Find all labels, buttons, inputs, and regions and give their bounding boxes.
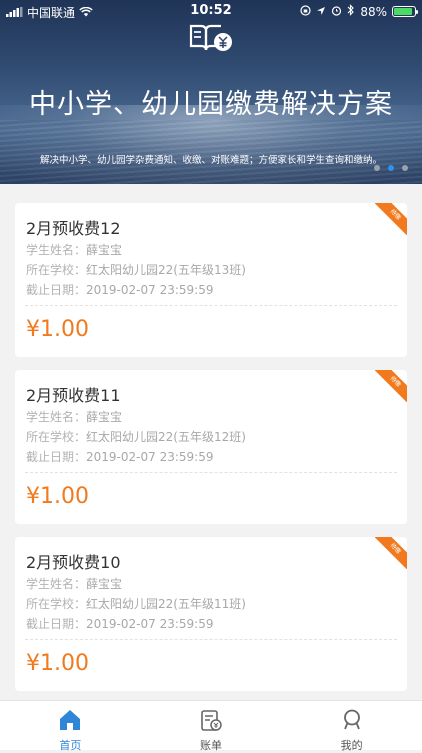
deadline-value: 2019-02-07 23:59:59 — [86, 617, 213, 631]
school-row: 所在学校：红太阳幼儿园22(五年级12班) — [26, 428, 246, 445]
tab-mine-label: 我的 — [341, 737, 363, 753]
student-row: 学生姓名：薛宝宝 — [26, 575, 122, 592]
banner[interactable]: 中国联通 10:52 88% — [0, 0, 422, 184]
carousel-indicator[interactable] — [374, 165, 408, 171]
banner-subtitle: 解决中小学、幼儿园学杂费通知、收缴、对账难题；方便家长和学生查询和缴纳。 — [0, 152, 422, 166]
deadline-row: 截止日期：2019-02-07 23:59:59 — [26, 615, 213, 632]
card-divider — [25, 639, 397, 640]
unpaid-ribbon: 待缴 — [375, 203, 407, 235]
bill-list: 待缴 2月预收费12 学生姓名：薛宝宝 所在学校：红太阳幼儿园22(五年级13班… — [15, 203, 407, 704]
bill-amount: ¥1.00 — [26, 484, 89, 509]
school-name: 红太阳幼儿园22(五年级12班) — [86, 430, 246, 444]
student-name: 薛宝宝 — [86, 577, 122, 591]
school-name: 红太阳幼儿园22(五年级11班) — [86, 597, 246, 611]
bill-card[interactable]: 待缴 2月预收费12 学生姓名：薛宝宝 所在学校：红太阳幼儿园22(五年级13班… — [15, 203, 407, 357]
bill-amount: ¥1.00 — [26, 651, 89, 676]
student-row: 学生姓名：薛宝宝 — [26, 241, 122, 258]
battery-icon — [392, 6, 416, 17]
tab-bill[interactable]: 账单 — [141, 701, 282, 750]
deadline-row: 截止日期：2019-02-07 23:59:59 — [26, 448, 213, 465]
student-name: 薛宝宝 — [86, 410, 122, 424]
carousel-dot[interactable] — [374, 165, 380, 171]
bluetooth-icon — [347, 4, 355, 19]
banner-title: 中小学、幼儿园缴费解决方案 — [0, 82, 422, 121]
deadline-value: 2019-02-07 23:59:59 — [86, 283, 213, 297]
location-icon — [316, 5, 326, 19]
bill-card[interactable]: 待缴 2月预收费10 学生姓名：薛宝宝 所在学校：红太阳幼儿园22(五年级11班… — [15, 537, 407, 691]
bill-title: 2月预收费10 — [26, 549, 121, 573]
unpaid-ribbon: 待缴 — [375, 370, 407, 402]
tab-bill-label: 账单 — [200, 737, 222, 753]
student-name: 薛宝宝 — [86, 243, 122, 257]
school-name: 红太阳幼儿园22(五年级13班) — [86, 263, 246, 277]
bill-title: 2月预收费12 — [26, 215, 121, 239]
student-row: 学生姓名：薛宝宝 — [26, 408, 122, 425]
home-icon — [58, 708, 82, 737]
alarm-icon — [331, 5, 342, 19]
book-yuan-logo-icon — [188, 22, 234, 54]
deadline-row: 截止日期：2019-02-07 23:59:59 — [26, 281, 213, 298]
status-right: 88% — [300, 4, 416, 19]
bill-card[interactable]: 待缴 2月预收费11 学生姓名：薛宝宝 所在学校：红太阳幼儿园22(五年级12班… — [15, 370, 407, 524]
lock-rotation-icon — [300, 5, 311, 19]
bill-title: 2月预收费11 — [26, 382, 121, 406]
unpaid-ribbon: 待缴 — [375, 537, 407, 569]
card-divider — [25, 472, 397, 473]
bill-icon — [199, 708, 223, 737]
tab-bar: 首页 账单 我的 — [0, 700, 422, 750]
bill-amount: ¥1.00 — [26, 317, 89, 342]
carousel-dot-active[interactable] — [388, 165, 394, 171]
user-icon — [340, 708, 364, 737]
carousel-dot[interactable] — [402, 165, 408, 171]
battery-percent: 88% — [360, 5, 387, 19]
status-bar: 中国联通 10:52 88% — [0, 0, 422, 22]
school-row: 所在学校：红太阳幼儿园22(五年级13班) — [26, 261, 246, 278]
card-divider — [25, 305, 397, 306]
tab-home-label: 首页 — [59, 737, 81, 753]
deadline-value: 2019-02-07 23:59:59 — [86, 450, 213, 464]
tab-mine[interactable]: 我的 — [281, 701, 422, 750]
tab-home[interactable]: 首页 — [0, 701, 141, 750]
school-row: 所在学校：红太阳幼儿园22(五年级11班) — [26, 595, 246, 612]
